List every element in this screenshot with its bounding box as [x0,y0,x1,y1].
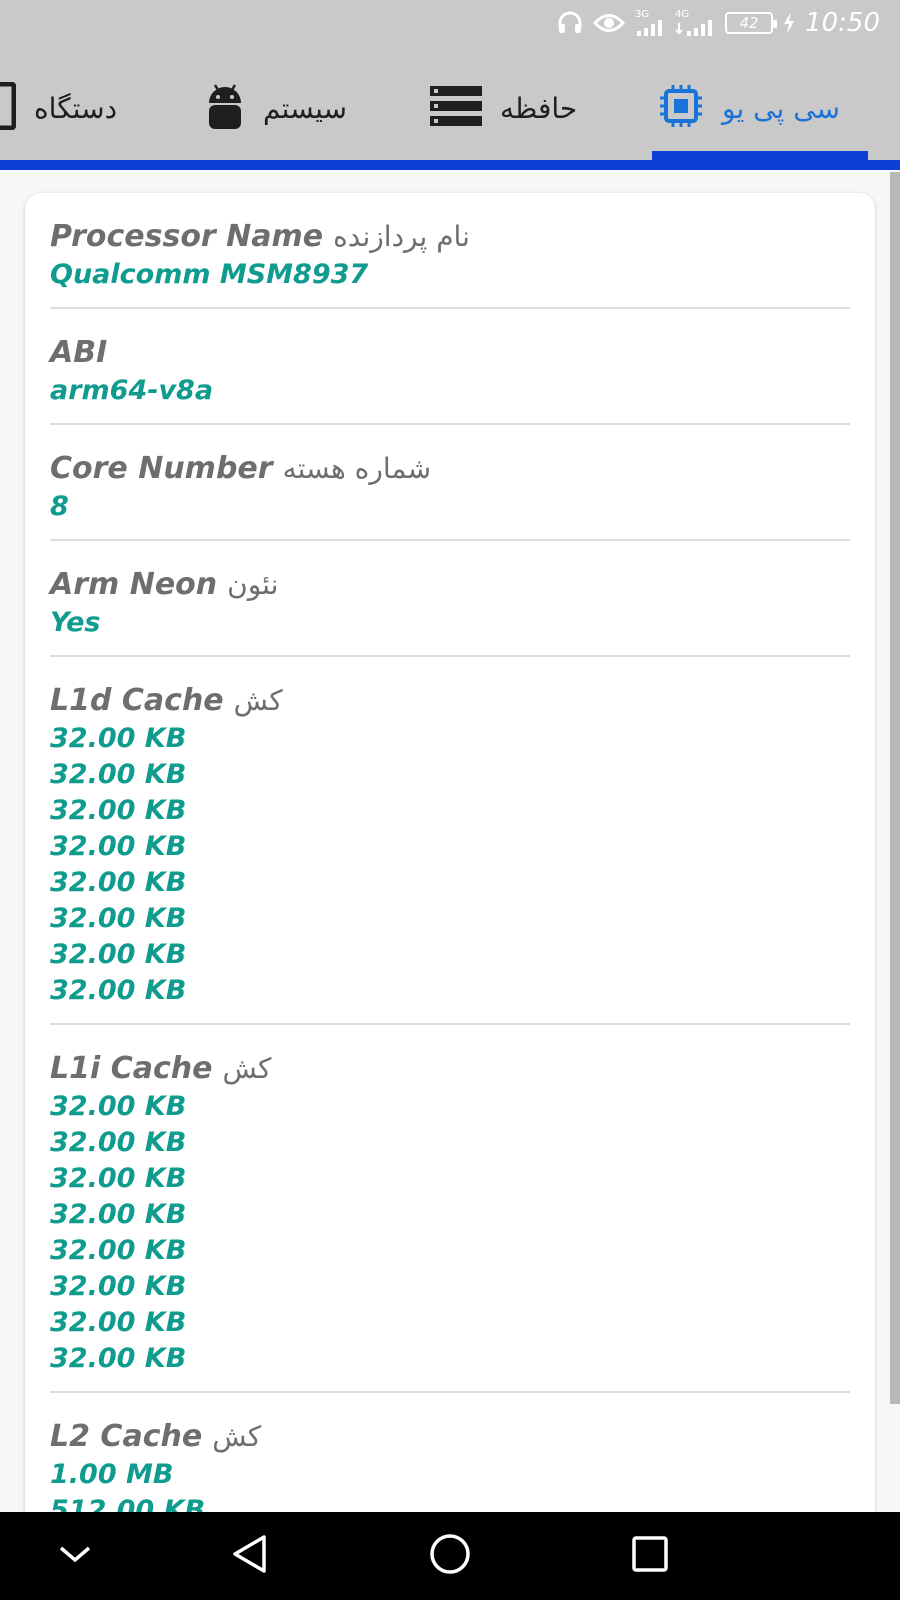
row-value: arm64-v8a [50,375,214,406]
row-title-fa: نام پردازنده [333,220,470,253]
row-title-en: L1i Cache [50,1051,213,1086]
headset-icon [557,11,583,35]
cpu-info-content[interactable]: Processor Name نام پردازنده Qualcomm MSM8… [0,170,900,1512]
row-title: L1d Cache کش [50,681,850,721]
row-title: Processor Name نام پردازنده [50,217,850,257]
row-value: 32.00 KB [50,1343,187,1374]
row-value: 32.00 KB [50,831,187,862]
row-title-en: Processor Name [50,219,324,254]
row-values: 32.00 KB 32.00 KB 32.00 KB 32.00 KB 32.0… [50,1089,850,1377]
row-title-fa: کش [222,1052,272,1085]
tab-device-label: دستگاه [34,91,118,125]
android-icon [205,81,245,135]
row-values: Qualcomm MSM8937 [50,257,850,293]
tab-bar-divider [0,160,900,170]
collapse-icon [58,1544,92,1568]
row-title-en: Arm Neon [50,567,218,602]
signal-3g-icon: 3G [635,10,665,36]
row-value: 32.00 KB [50,1271,187,1302]
tab-cpu[interactable]: سی پی یو [658,78,840,138]
back-button[interactable] [222,1530,278,1582]
info-row-arm-neon: Arm Neon نئون Yes [50,541,850,657]
row-title-en: L1d Cache [50,683,224,718]
row-value: 512.00 KB [50,1495,206,1512]
row-values: 8 [50,489,850,525]
clock: 10:50 [805,8,880,38]
tab-system-label: سیستم [263,91,347,125]
row-value: 32.00 KB [50,759,187,790]
row-value: 32.00 KB [50,903,187,934]
row-title-en: Core Number [50,451,273,486]
collapse-button[interactable] [47,1530,103,1582]
cpu-icon [658,83,704,133]
row-title: Arm Neon نئون [50,565,850,605]
row-title-fa: شماره هسته [282,452,432,485]
row-value: Yes [50,607,101,638]
battery-level: 42 [739,14,759,32]
memory-icon [430,86,482,130]
cpu-info-card: Processor Name نام پردازنده Qualcomm MSM8… [25,193,875,1512]
system-nav-bar [0,1512,900,1600]
info-row-l2-cache: L2 Cache کش 1.00 MB 512.00 KB [50,1393,850,1512]
info-row-l1d-cache: L1d Cache کش 32.00 KB 32.00 KB 32.00 KB 3… [50,657,850,1025]
eye-icon [593,12,626,34]
row-values: Yes [50,605,850,641]
status-bar: 3G 4G 42 10:50 [0,0,900,54]
row-value: 32.00 KB [50,1235,187,1266]
tab-system[interactable]: سیستم [205,78,347,138]
row-value: 32.00 KB [50,1199,187,1230]
tab-device[interactable]: دستگاه [0,78,117,138]
home-icon [429,1533,471,1579]
active-tab-indicator [652,151,868,160]
home-button[interactable] [422,1530,478,1582]
tab-memory[interactable]: حافظه [430,78,577,138]
row-value: 32.00 KB [50,795,187,826]
back-icon [230,1534,270,1578]
signal-4g-icon: 4G [675,10,715,36]
device-icon [0,81,17,134]
row-title-en: L2 Cache [50,1419,203,1454]
row-value: 1.00 MB [50,1459,174,1490]
row-value: 32.00 KB [50,1091,187,1122]
row-value: 32.00 KB [50,723,187,754]
row-title: L2 Cache کش [50,1417,850,1457]
scrollbar[interactable] [890,172,900,1404]
row-value: 32.00 KB [50,867,187,898]
row-title-fa: کش [212,1420,262,1453]
row-title: Core Number شماره هسته [50,449,850,489]
tab-bar: دستگاه سیستم حافظه سی پی یو [0,54,900,160]
row-value: 8 [50,491,69,522]
recents-button[interactable] [622,1530,678,1582]
battery-icon: 42 [725,12,778,34]
info-row-abi: ABI arm64-v8a [50,309,850,425]
row-value: 32.00 KB [50,1127,187,1158]
tab-cpu-label: سی پی یو [722,91,840,125]
row-title-fa: نئون [227,568,279,601]
network-2-label: 4G [675,9,690,20]
row-title: L1i Cache کش [50,1049,850,1089]
charging-icon [783,12,795,34]
recents-icon [631,1535,669,1577]
row-value: 32.00 KB [50,939,187,970]
tab-memory-label: حافظه [500,91,578,125]
row-value: Qualcomm MSM8937 [50,259,369,290]
row-value: 32.00 KB [50,1163,187,1194]
row-values: 32.00 KB 32.00 KB 32.00 KB 32.00 KB 32.0… [50,721,850,1009]
row-title-fa: کش [233,684,283,717]
info-row-l1i-cache: L1i Cache کش 32.00 KB 32.00 KB 32.00 KB 3… [50,1025,850,1393]
row-values: arm64-v8a [50,373,850,409]
info-row-processor-name: Processor Name نام پردازنده Qualcomm MSM8… [50,193,850,309]
row-value: 32.00 KB [50,975,187,1006]
info-row-core-number: Core Number شماره هسته 8 [50,425,850,541]
row-title-en: ABI [50,335,108,370]
network-1-label: 3G [635,9,650,20]
row-values: 1.00 MB 512.00 KB [50,1457,850,1512]
status-icons: 3G 4G 42 10:50 [557,8,880,38]
row-title: ABI [50,333,850,373]
row-value: 32.00 KB [50,1307,187,1338]
